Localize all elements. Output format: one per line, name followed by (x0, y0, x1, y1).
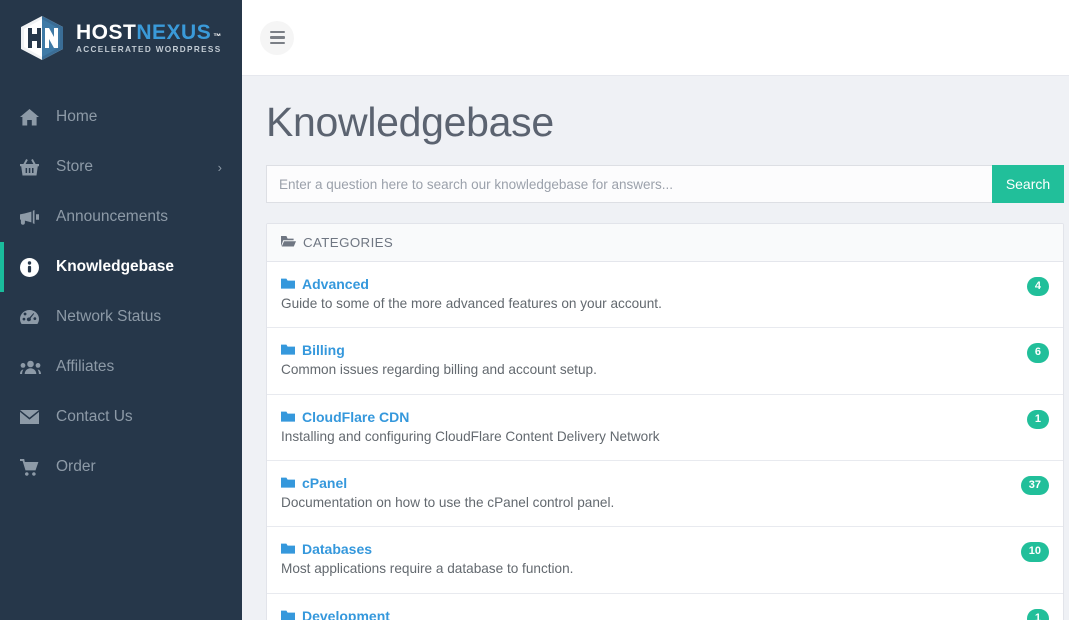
folder-icon (281, 342, 302, 358)
hamburger-icon-bar (269, 30, 285, 34)
category-link[interactable]: CloudFlare CDN (281, 409, 1017, 425)
sidebar-item-home[interactable]: Home (0, 92, 242, 142)
categories-panel: CATEGORIES Advanced Guide to some of the… (266, 223, 1064, 620)
category-article-count-badge: 1 (1026, 409, 1049, 429)
trademark-symbol: ™ (213, 31, 222, 41)
category-description: Most applications require a database to … (281, 561, 574, 577)
folder-icon (281, 608, 302, 620)
page-title: Knowledgebase (266, 99, 554, 145)
main-area: Knowledgebase Search CATEGORIES (242, 0, 1069, 620)
category-body: Billing Common issues regarding billing … (281, 342, 1017, 379)
category-row[interactable]: CloudFlare CDN Installing and configurin… (267, 395, 1063, 462)
hamburger-icon-bar (269, 36, 285, 39)
sidebar-item-label: Affiliates (56, 358, 115, 375)
categories-panel-header-label: CATEGORIES (303, 235, 394, 250)
categories-panel-header: CATEGORIES (267, 224, 1063, 262)
chevron-right-icon: › (217, 159, 222, 175)
menu-toggle-button[interactable] (260, 20, 294, 55)
sidebar-item-label: Order (56, 458, 96, 475)
category-body: cPanel Documentation on how to use the c… (281, 475, 1011, 512)
envelope-icon (20, 410, 50, 424)
brand-tagline: ACCELERATED WORDPRESS (76, 44, 222, 54)
sidebar-item-label: Network Status (56, 308, 162, 325)
category-description: Documentation on how to use the cPanel c… (281, 495, 615, 511)
search-input[interactable] (266, 165, 992, 203)
sidebar-item-announcements[interactable]: Announcements (0, 192, 242, 242)
speedometer-icon (20, 309, 50, 326)
brand-name-host: HOST (76, 20, 137, 44)
category-body: Databases Most applications require a da… (281, 541, 1011, 578)
sidebar-item-label: Store (56, 158, 94, 175)
category-link[interactable]: Development (281, 608, 1017, 620)
category-row[interactable]: Databases Most applications require a da… (267, 527, 1063, 594)
shopping-basket-icon (20, 158, 50, 176)
search-bar: Search (266, 165, 1064, 203)
category-article-count-badge: 6 (1026, 343, 1049, 363)
category-title: Databases (302, 541, 373, 558)
category-row[interactable]: Development Documentation useful for dev… (267, 594, 1063, 620)
category-article-count-badge: 37 (1020, 476, 1049, 496)
category-title: Development (302, 607, 390, 620)
category-link[interactable]: Databases (281, 541, 1011, 557)
category-row[interactable]: Advanced Guide to some of the more advan… (267, 262, 1063, 329)
brand-name: HOST NEXUS ™ (76, 22, 222, 43)
megaphone-icon (20, 209, 50, 226)
category-row[interactable]: Billing Common issues regarding billing … (267, 328, 1063, 395)
brand-logo[interactable]: HOST NEXUS ™ ACCELERATED WORDPRESS (0, 0, 242, 76)
category-title: cPanel (302, 475, 348, 492)
info-circle-icon (20, 257, 50, 277)
category-body: CloudFlare CDN Installing and configurin… (281, 409, 1017, 446)
sidebar-item-store[interactable]: Store › (0, 142, 242, 192)
sidebar-item-label: Home (56, 108, 98, 125)
topbar (242, 0, 1069, 76)
category-body: Development Documentation useful for dev… (281, 608, 1017, 620)
sidebar-item-contact-us[interactable]: Contact Us (0, 392, 242, 442)
category-link[interactable]: Billing (281, 342, 1017, 358)
folder-icon (281, 541, 302, 557)
category-body: Advanced Guide to some of the more advan… (281, 276, 1017, 313)
folder-icon (281, 409, 302, 425)
search-button[interactable]: Search (992, 165, 1064, 203)
sidebar-item-order[interactable]: Order (0, 442, 242, 492)
category-link[interactable]: cPanel (281, 475, 1011, 491)
open-folder-icon (281, 235, 303, 250)
app-root: HOST NEXUS ™ ACCELERATED WORDPRESS Home St… (0, 0, 1069, 620)
folder-icon (281, 475, 302, 491)
page-content: Knowledgebase Search CATEGORIES (242, 76, 1069, 620)
category-description: Guide to some of the more advanced featu… (281, 296, 662, 311)
category-title: Billing (302, 342, 345, 359)
sidebar-item-label: Contact Us (56, 408, 133, 425)
category-article-count-badge: 10 (1020, 542, 1049, 562)
sidebar-item-network-status[interactable]: Network Status (0, 292, 242, 342)
category-title: CloudFlare CDN (302, 408, 410, 425)
users-group-icon (20, 359, 50, 375)
category-title: Advanced (302, 276, 369, 292)
sidebar-item-label: Announcements (56, 208, 169, 225)
hamburger-icon-bar (269, 41, 285, 45)
category-article-count-badge: 1 (1026, 608, 1049, 620)
folder-icon (281, 276, 302, 292)
hexagon-hn-logo-icon (18, 15, 66, 61)
category-row[interactable]: cPanel Documentation on how to use the c… (267, 461, 1063, 528)
shopping-cart-icon (20, 458, 50, 476)
home-icon (20, 108, 50, 126)
category-description: Common issues regarding billing and acco… (281, 362, 597, 378)
sidebar-item-affiliates[interactable]: Affiliates (0, 342, 242, 392)
category-description: Installing and configuring CloudFlare Co… (281, 428, 660, 444)
brand-name-nexus: NEXUS (136, 20, 212, 44)
category-link[interactable]: Advanced (281, 276, 1017, 292)
sidebar-item-label: Knowledgebase (56, 258, 174, 275)
sidebar-nav: Home Store › Announcements Knowledgebase… (0, 76, 242, 620)
category-article-count-badge: 4 (1026, 277, 1049, 297)
sidebar: HOST NEXUS ™ ACCELERATED WORDPRESS Home St… (0, 0, 242, 620)
sidebar-item-knowledgebase[interactable]: Knowledgebase (0, 242, 242, 292)
